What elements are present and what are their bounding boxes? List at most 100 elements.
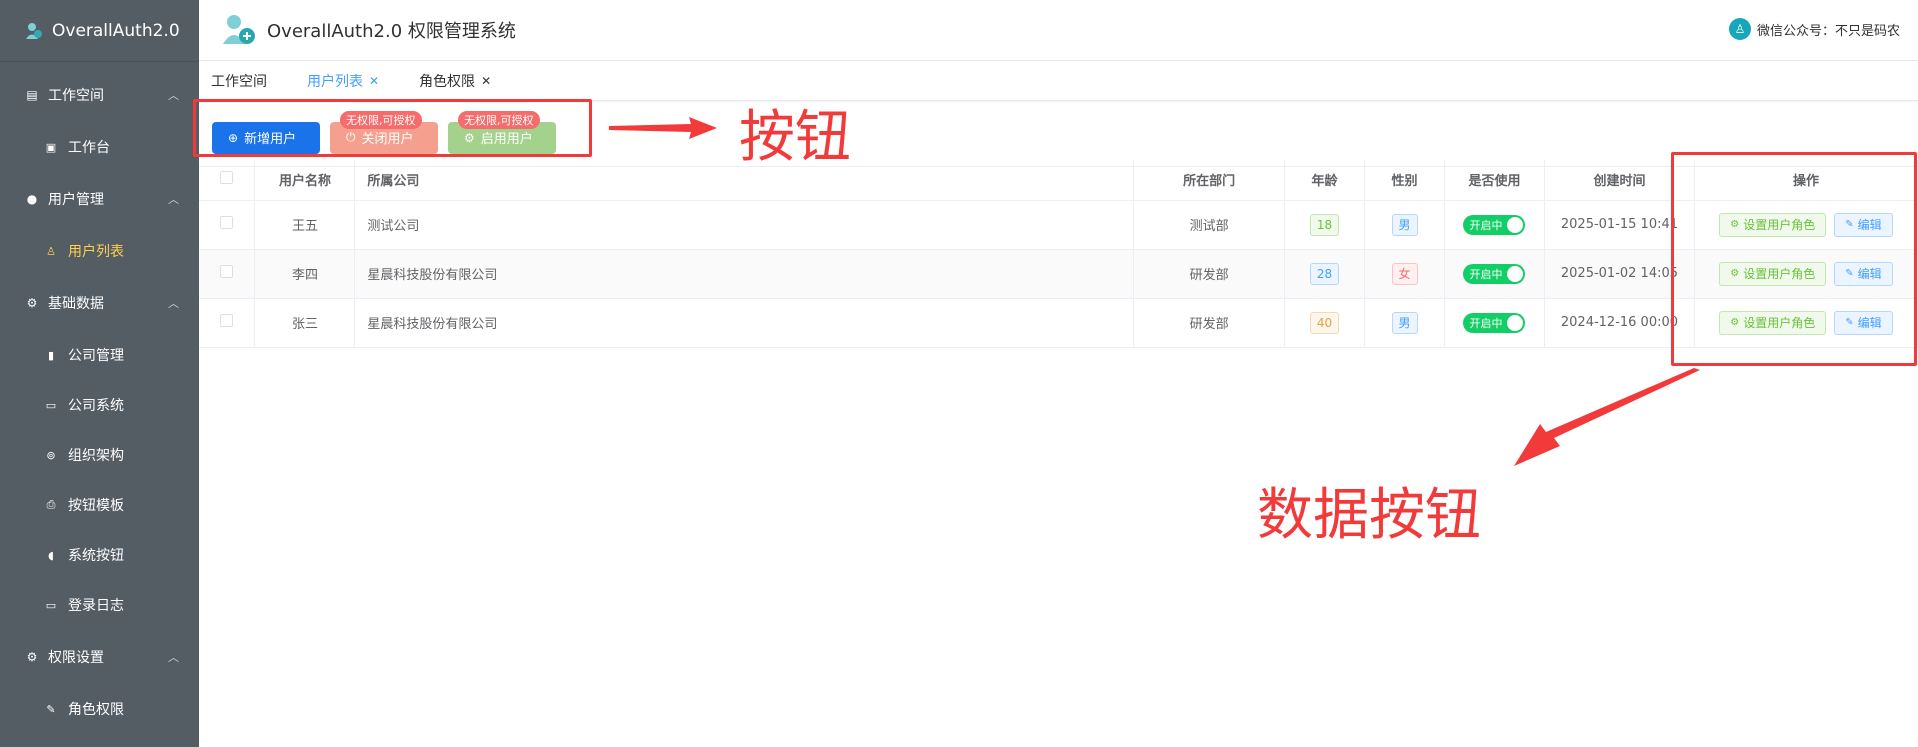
org-icon: ⊚ [46, 448, 56, 462]
user-icon: ♙ [46, 244, 56, 258]
user-label: 微信公众号：不只是码农 [1756, 23, 1900, 39]
tab-label: 用户列表 [307, 73, 363, 90]
col-header: 用户名称 [254, 160, 356, 201]
user-group-icon [24, 21, 44, 41]
sidebar: OverallAuth2.0 ▤ 工作空间 ︿ ▣ 工作台 ● 用户管理 ︿ ♙… [0, 0, 199, 747]
chevron-up-icon: ︿ [168, 193, 179, 206]
menu-group-workspace[interactable]: ▤ 工作空间 ︿ [0, 68, 199, 122]
menu-group-permission-settings[interactable]: ⚙ 权限设置 ︿ [0, 630, 199, 684]
tab-role-permission[interactable]: 角色权限 ✕ [419, 71, 491, 91]
cell-dept: 研发部 [1133, 298, 1286, 348]
menu-item-label: 登录日志 [68, 598, 124, 614]
menu-item-system-buttons[interactable]: ◖ 系统按钮 [0, 530, 199, 580]
switch-knob [1507, 216, 1524, 233]
monitor-icon: ▭ [45, 598, 57, 612]
brand[interactable]: OverallAuth2.0 [0, 0, 199, 62]
gender-tag: 男 [1391, 213, 1418, 236]
row-checkbox[interactable] [220, 265, 234, 278]
switch-label: 开启中 [1469, 218, 1503, 232]
user-icon: ● [26, 192, 38, 206]
gear-icon: ⚙ [26, 296, 38, 310]
menu-group-label: 用户管理 [48, 192, 104, 208]
tab-label: 工作空间 [211, 73, 267, 90]
menu-group-basic-data[interactable]: ⚙ 基础数据 ︿ [0, 276, 199, 330]
building-icon: ▤ [26, 88, 38, 102]
user-settings-icon [223, 15, 255, 44]
cell-company: 星晨科技股份有限公司 [354, 249, 1135, 299]
menu-item-user-list[interactable]: ♙ 用户列表 [0, 226, 199, 276]
chevron-up-icon: ︿ [168, 297, 179, 310]
select-all-checkbox[interactable] [220, 171, 234, 185]
buttons-annotation-label: 按钮 [739, 105, 851, 170]
age-tag: 40 [1309, 311, 1340, 334]
menu-item-dashboard[interactable]: ▣ 工作台 [0, 122, 199, 172]
monitor-icon: ▭ [45, 398, 57, 412]
cell-name: 李四 [254, 249, 356, 299]
user-table: 用户名称 所属公司 所在部门 年龄 性别 是否使用 创建时间 操作 王五 测试公… [199, 160, 1918, 348]
cell-dept: 研发部 [1133, 249, 1286, 299]
data-buttons-annotation-box [1671, 152, 1917, 366]
cell-name: 王五 [254, 200, 356, 250]
menu-item-login-log[interactable]: ▭ 登录日志 [0, 580, 199, 630]
menu-item-role-permission[interactable]: ✎ 角色权限 [0, 684, 199, 734]
menu-item-label: 系统按钮 [68, 548, 124, 564]
enabled-switch[interactable]: 开启中 [1463, 312, 1526, 333]
tab-user-list[interactable]: 用户列表 ✕ [307, 71, 379, 91]
user-info[interactable]: ♙ 微信公众号：不只是码农 [1728, 18, 1900, 40]
row-checkbox[interactable] [220, 314, 234, 327]
age-tag: 28 [1309, 262, 1340, 285]
cell-company: 测试公司 [354, 200, 1135, 250]
chevron-up-icon: ︿ [168, 651, 179, 664]
menu-item-label: 组织架构 [68, 448, 124, 464]
cell-dept: 测试部 [1133, 200, 1286, 250]
tab-bar: 工作空间 用户列表 ✕ 角色权限 ✕ [199, 61, 1918, 101]
gender-tag: 男 [1391, 311, 1418, 334]
tab-label: 角色权限 [419, 73, 476, 90]
switch-knob [1507, 265, 1524, 282]
menu-item-label: 用户列表 [68, 244, 124, 260]
col-header: 性别 [1364, 160, 1445, 201]
menu-group-user-management[interactable]: ● 用户管理 ︿ [0, 172, 199, 226]
brand-title: OverallAuth2.0 [52, 20, 180, 41]
bar-chart-icon: ▮ [47, 348, 55, 362]
switch-label: 开启中 [1469, 316, 1503, 330]
chevron-up-icon: ︿ [168, 89, 179, 102]
table-header-row: 用户名称 所属公司 所在部门 年龄 性别 是否使用 创建时间 操作 [199, 160, 1918, 201]
buttons-annotation-box [193, 99, 592, 157]
gender-tag: 女 [1391, 262, 1418, 285]
mouse-icon: ◖ [48, 548, 54, 562]
switch-knob [1507, 314, 1524, 331]
menu-item-company-management[interactable]: ▮ 公司管理 [0, 330, 199, 380]
avatar-icon: ♙ [1728, 18, 1751, 40]
col-header: 年龄 [1284, 160, 1366, 201]
enabled-switch[interactable]: 开启中 [1463, 263, 1526, 284]
menu-group-label: 基础数据 [48, 296, 104, 312]
cell-name: 张三 [254, 298, 356, 348]
enabled-switch[interactable]: 开启中 [1463, 214, 1526, 235]
menu-item-company-system[interactable]: ▭ 公司系统 [0, 380, 199, 430]
menu-item-label: 工作台 [68, 140, 110, 156]
header: OverallAuth2.0 权限管理系统 ♙ 微信公众号：不只是码农 [199, 0, 1918, 61]
data-buttons-annotation-label: 数据按钮 [1257, 483, 1481, 548]
dashboard-icon: ▣ [45, 140, 57, 154]
tab-workspace[interactable]: 工作空间 [211, 71, 267, 91]
menu-item-label: 按钮模板 [68, 498, 124, 514]
edit-icon: ✎ [46, 702, 56, 716]
close-icon[interactable]: ✕ [481, 74, 491, 88]
cell-company: 星晨科技股份有限公司 [354, 298, 1135, 348]
menu-item-org-structure[interactable]: ⊚ 组织架构 [0, 430, 199, 480]
menu-group-label: 工作空间 [48, 88, 104, 104]
menu-group-label: 权限设置 [48, 650, 104, 666]
menu-item-label: 公司系统 [68, 398, 124, 414]
main-area: OverallAuth2.0 权限管理系统 ♙ 微信公众号：不只是码农 工作空间… [193, 0, 1918, 747]
row-checkbox[interactable] [220, 216, 234, 229]
close-icon[interactable]: ✕ [369, 74, 379, 88]
menu-item-button-template[interactable]: ⎙ 按钮模板 [0, 480, 199, 530]
arrow-right-icon [609, 117, 717, 139]
printer-icon: ⎙ [46, 498, 56, 511]
table-row: 张三 星晨科技股份有限公司 研发部 40 男 开启中 2024-12-16 00… [199, 298, 1918, 348]
page-title: OverallAuth2.0 权限管理系统 [267, 21, 516, 42]
select-all-cell[interactable] [199, 160, 256, 201]
switch-label: 开启中 [1469, 267, 1503, 281]
col-header: 所在部门 [1133, 160, 1286, 201]
